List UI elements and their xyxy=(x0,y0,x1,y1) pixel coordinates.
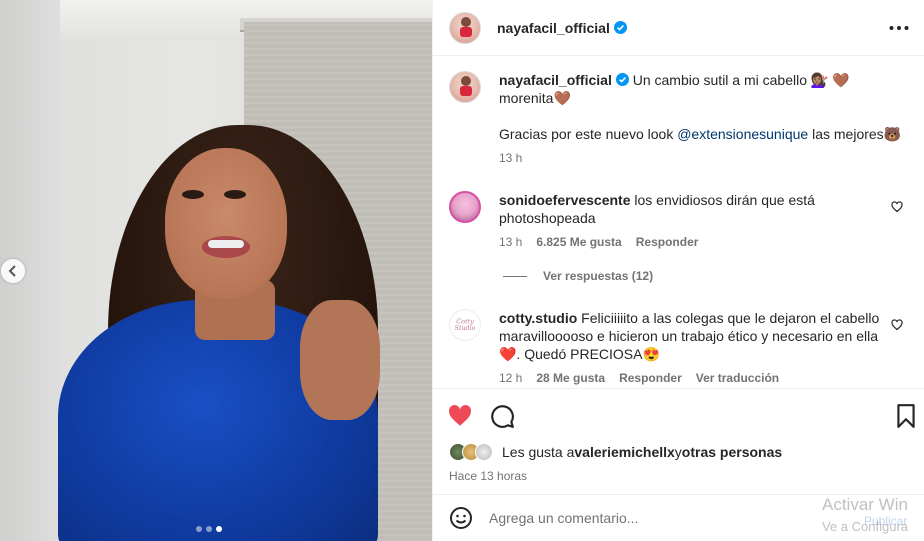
commenter-avatar[interactable] xyxy=(449,191,481,223)
author-username[interactable]: nayafacil_official xyxy=(497,20,610,36)
likes-summary: Les gusta a valeriemichellx y otras pers… xyxy=(449,443,782,461)
comment-username[interactable]: cotty.studio xyxy=(499,310,577,326)
post-actions: Les gusta a valeriemichellx y otras pers… xyxy=(433,388,924,494)
comment-meta: 12 h 28 Me gusta Responder Ver traducció… xyxy=(499,371,879,385)
caption-time[interactable]: 13 h xyxy=(499,151,522,165)
comment-item: sonidoefervescente los envidiosos dirán … xyxy=(449,191,909,249)
likes-prefix: Les gusta a xyxy=(502,444,575,460)
caption-meta: 13 h xyxy=(499,151,901,165)
publish-button[interactable]: Publicar xyxy=(864,514,907,528)
caption-line2: morenita🤎 xyxy=(499,90,571,106)
liker-avatars[interactable] xyxy=(449,443,493,461)
caption-username[interactable]: nayafacil_official xyxy=(499,72,612,88)
watermark-line1: Activar Win xyxy=(822,495,908,514)
comment-username[interactable]: sonidoefervescente xyxy=(499,192,631,208)
comment-time[interactable]: 13 h xyxy=(499,235,522,249)
author-avatar[interactable] xyxy=(449,11,481,44)
photo-teeth xyxy=(208,240,244,248)
comment-item: Cotty Studio cotty.studio Feliciiiiito a… xyxy=(449,309,909,385)
carousel-dot xyxy=(196,526,202,532)
comment-line1: Feliciiiiito a las colegas que le dejaro… xyxy=(577,310,880,326)
like-heart-icon[interactable] xyxy=(447,403,473,429)
photo-shoulder xyxy=(300,300,380,420)
comment-like-heart-icon[interactable] xyxy=(891,201,903,213)
emoji-icon[interactable] xyxy=(449,506,473,530)
view-replies-label: Ver respuestas (12) xyxy=(543,269,654,283)
photo-face xyxy=(165,148,287,298)
comment-line2: maravillooooso e hicieron un trabajo éti… xyxy=(499,328,878,344)
comment-time[interactable]: 12 h xyxy=(499,371,522,385)
post-photo[interactable] xyxy=(0,0,432,541)
commenter-avatar[interactable]: Cotty Studio xyxy=(449,309,481,341)
comment-line1: los envidiosos dirán que está xyxy=(630,192,815,208)
carousel-dots xyxy=(196,526,222,532)
caption-avatar[interactable] xyxy=(449,71,481,103)
carousel-dot-active xyxy=(216,526,222,532)
carousel-prev-button[interactable] xyxy=(1,259,25,283)
comment-text: sonidoefervescente los envidiosos dirán … xyxy=(499,191,815,227)
comment-like-heart-icon[interactable] xyxy=(891,319,903,331)
likes-user-link[interactable]: valeriemichellx xyxy=(574,444,674,460)
likes-middle: y xyxy=(674,444,682,460)
cotty-logo-text: Cotty Studio xyxy=(454,317,476,332)
post-details-panel: nayafacil_official nayafacil_official Un… xyxy=(432,0,924,541)
photo-eye xyxy=(182,190,204,199)
comment-meta: 13 h 6.825 Me gusta Responder xyxy=(499,235,815,249)
liker-avatar xyxy=(475,443,493,461)
view-replies-button[interactable]: Ver respuestas (12) xyxy=(503,269,653,283)
verified-badge-icon xyxy=(613,21,627,34)
comment-line2: photoshopeada xyxy=(499,210,596,226)
more-horizontal-icon xyxy=(889,26,909,30)
caption-mention-link[interactable]: @extensionesunique xyxy=(677,126,808,142)
comment-reply-button[interactable]: Responder xyxy=(619,371,682,385)
chevron-left-icon xyxy=(8,265,16,277)
likes-others-link[interactable]: otras personas xyxy=(682,444,782,460)
carousel-dot xyxy=(206,526,212,532)
comment-bubble-icon[interactable] xyxy=(489,403,515,429)
comment-text: cotty.studio Feliciiiiito a las colegas … xyxy=(499,309,879,363)
photo-eye xyxy=(224,190,246,199)
comments-list[interactable]: nayafacil_official Un cambio sutil a mi … xyxy=(433,57,924,387)
caption-line1: Un cambio sutil a mi cabello 💇🏽‍♀️ 🤎 xyxy=(632,72,850,88)
verified-badge-icon xyxy=(615,73,629,86)
caption-line3-end: las mejores🐻 xyxy=(808,126,902,142)
comment-reply-button[interactable]: Responder xyxy=(636,235,699,249)
comment-likes[interactable]: 6.825 Me gusta xyxy=(536,235,621,249)
caption: nayafacil_official Un cambio sutil a mi … xyxy=(449,71,901,165)
caption-text: nayafacil_official Un cambio sutil a mi … xyxy=(499,71,901,143)
replies-divider xyxy=(503,275,527,277)
post-header: nayafacil_official xyxy=(433,0,924,56)
translate-button[interactable]: Ver traducción xyxy=(696,371,779,385)
post-time-ago[interactable]: Hace 13 horas xyxy=(449,469,527,483)
comment-line3: ❤️. Quedó PRECIOSA😍 xyxy=(499,346,660,362)
comment-likes[interactable]: 28 Me gusta xyxy=(536,371,605,385)
more-options-button[interactable] xyxy=(887,16,911,40)
caption-line3: Gracias por este nuevo look xyxy=(499,126,678,142)
add-comment-input[interactable] xyxy=(489,510,789,526)
bookmark-icon[interactable] xyxy=(893,403,919,429)
